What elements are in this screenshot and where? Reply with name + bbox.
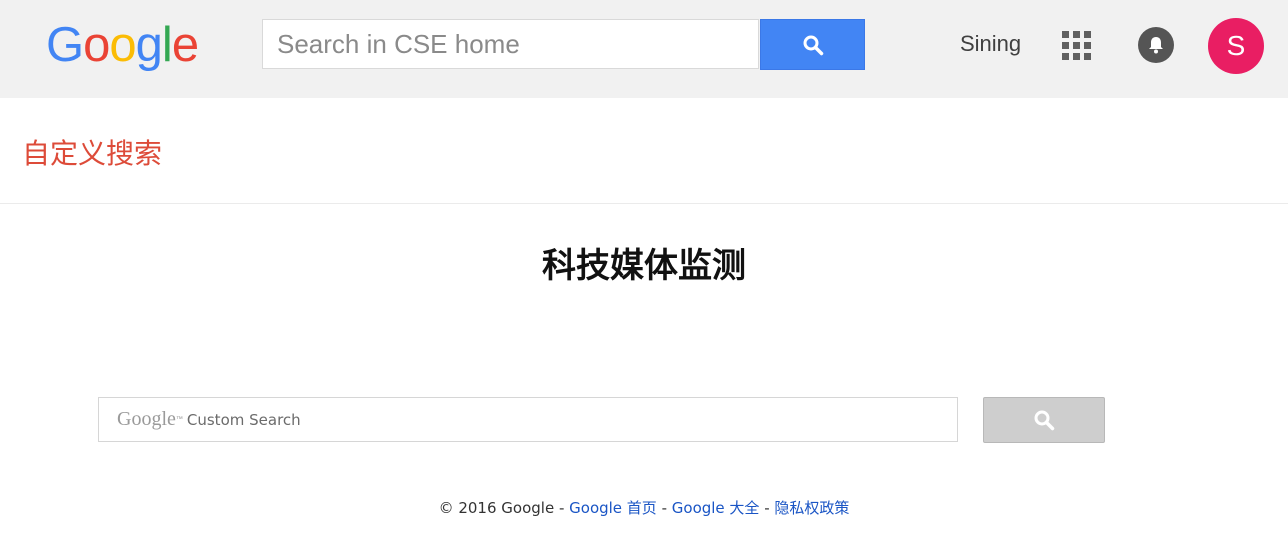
- apps-grid-icon[interactable]: [1062, 31, 1092, 61]
- search-icon: [1034, 410, 1055, 431]
- google-logo[interactable]: Google: [46, 14, 199, 76]
- avatar[interactable]: S: [1208, 18, 1264, 74]
- search-watermark-tm: ™: [175, 416, 183, 423]
- footer-separator: -: [656, 499, 672, 517]
- custom-search-input[interactable]: Google ™ Custom Search: [98, 397, 958, 442]
- cse-title-link[interactable]: 自定义搜索: [22, 132, 162, 172]
- footer-separator: -: [759, 499, 775, 517]
- logo-letter: l: [161, 18, 173, 72]
- header-search: [262, 19, 866, 71]
- engine-title: 科技媒体监测: [542, 246, 746, 286]
- top-bar: Google Sining S: [0, 0, 1288, 98]
- footer: © 2016 Google - Google 首页 - Google 大全 - …: [0, 497, 1288, 518]
- logo-letter: o: [83, 18, 110, 72]
- footer-copyright: © 2016 Google: [438, 499, 555, 517]
- header-search-input[interactable]: [262, 19, 759, 69]
- search-watermark-label: Custom Search: [186, 410, 301, 429]
- custom-search-button[interactable]: [983, 397, 1105, 443]
- logo-letter: g: [135, 18, 163, 72]
- footer-link-google-home[interactable]: Google 首页: [569, 499, 657, 517]
- subheader: 自定义搜索: [0, 98, 1288, 204]
- logo-letter: e: [171, 18, 199, 72]
- bell-glyph-icon: [1149, 37, 1163, 54]
- search-watermark-brand: Google: [117, 408, 176, 430]
- bell-icon[interactable]: [1138, 27, 1174, 63]
- search-icon: [803, 35, 823, 55]
- footer-separator: -: [554, 499, 570, 517]
- footer-link-google-all[interactable]: Google 大全: [672, 499, 760, 517]
- logo-letter: G: [46, 18, 84, 72]
- logo-letter: o: [109, 18, 136, 72]
- user-name[interactable]: Sining: [960, 31, 1021, 57]
- footer-link-privacy[interactable]: 隐私权政策: [774, 499, 849, 517]
- header-search-button[interactable]: [760, 19, 865, 70]
